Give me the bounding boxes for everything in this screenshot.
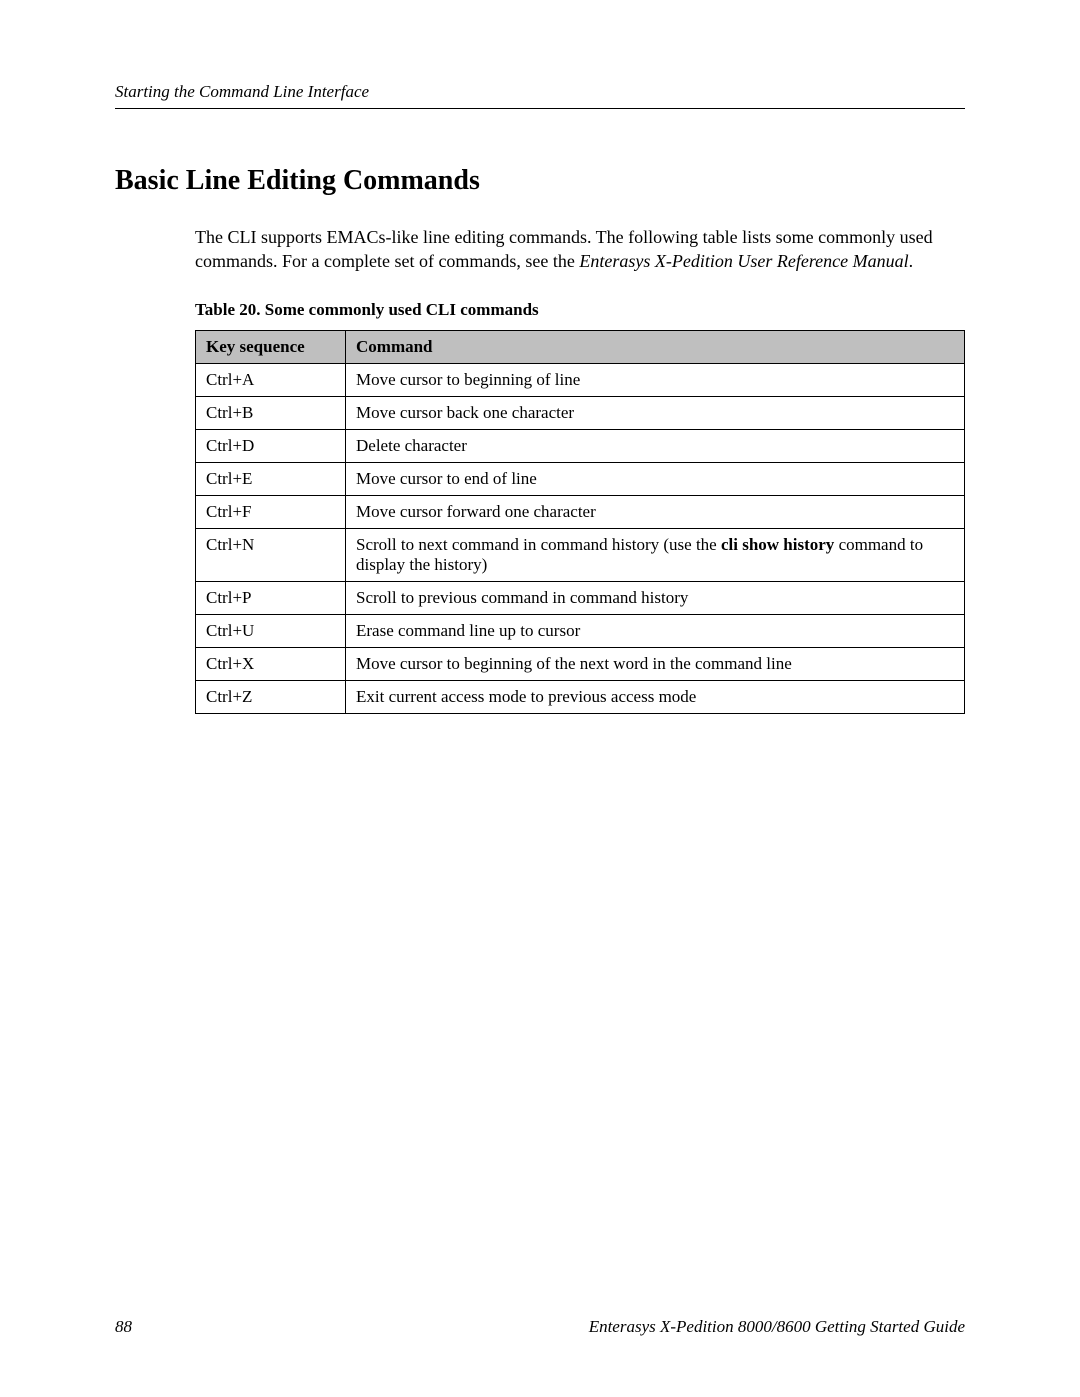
cell-key: Ctrl+E [196,462,346,495]
cell-key: Ctrl+X [196,647,346,680]
col-key-sequence: Key sequence [196,330,346,363]
footer-book-title: Enterasys X-Pedition 8000/8600 Getting S… [589,1317,965,1337]
cell-cmd: Exit current access mode to previous acc… [346,680,965,713]
cell-cmd: Move cursor back one character [346,396,965,429]
cell-key: Ctrl+N [196,528,346,581]
table-caption: Table 20. Some commonly used CLI command… [195,300,965,320]
col-command: Command [346,330,965,363]
section-title: Basic Line Editing Commands [115,165,965,197]
table-row: Ctrl+A Move cursor to beginning of line [196,363,965,396]
table-row: Ctrl+Z Exit current access mode to previ… [196,680,965,713]
cli-commands-table: Key sequence Command Ctrl+A Move cursor … [195,330,965,714]
cell-cmd-before: Scroll to next command in command histor… [356,535,721,554]
cell-cmd: Delete character [346,429,965,462]
cell-cmd: Move cursor to end of line [346,462,965,495]
table-row: Ctrl+D Delete character [196,429,965,462]
table-row: Ctrl+U Erase command line up to cursor [196,614,965,647]
table-row: Ctrl+F Move cursor forward one character [196,495,965,528]
cell-cmd: Erase command line up to cursor [346,614,965,647]
cell-key: Ctrl+U [196,614,346,647]
table-row: Ctrl+B Move cursor back one character [196,396,965,429]
table-row: Ctrl+N Scroll to next command in command… [196,528,965,581]
table-row: Ctrl+X Move cursor to beginning of the n… [196,647,965,680]
table-row: Ctrl+P Scroll to previous command in com… [196,581,965,614]
page-footer: 88 Enterasys X-Pedition 8000/8600 Gettin… [115,1317,965,1337]
table-row: Ctrl+E Move cursor to end of line [196,462,965,495]
page-number: 88 [115,1317,132,1337]
cell-cmd: Scroll to next command in command histor… [346,528,965,581]
cell-key: Ctrl+D [196,429,346,462]
intro-text-after: . [909,251,914,271]
cell-cmd: Move cursor to beginning of the next wor… [346,647,965,680]
cell-key: Ctrl+A [196,363,346,396]
cell-key: Ctrl+F [196,495,346,528]
cell-key: Ctrl+P [196,581,346,614]
cell-key: Ctrl+Z [196,680,346,713]
cell-cmd-bold: cli show history [721,535,834,554]
intro-manual-title: Enterasys X-Pedition User Reference Manu… [579,251,908,271]
cell-cmd: Move cursor to beginning of line [346,363,965,396]
cell-key: Ctrl+B [196,396,346,429]
intro-paragraph: The CLI supports EMACs-like line editing… [195,225,965,274]
cell-cmd: Scroll to previous command in command hi… [346,581,965,614]
running-head: Starting the Command Line Interface [115,82,965,109]
cell-cmd: Move cursor forward one character [346,495,965,528]
table-header-row: Key sequence Command [196,330,965,363]
